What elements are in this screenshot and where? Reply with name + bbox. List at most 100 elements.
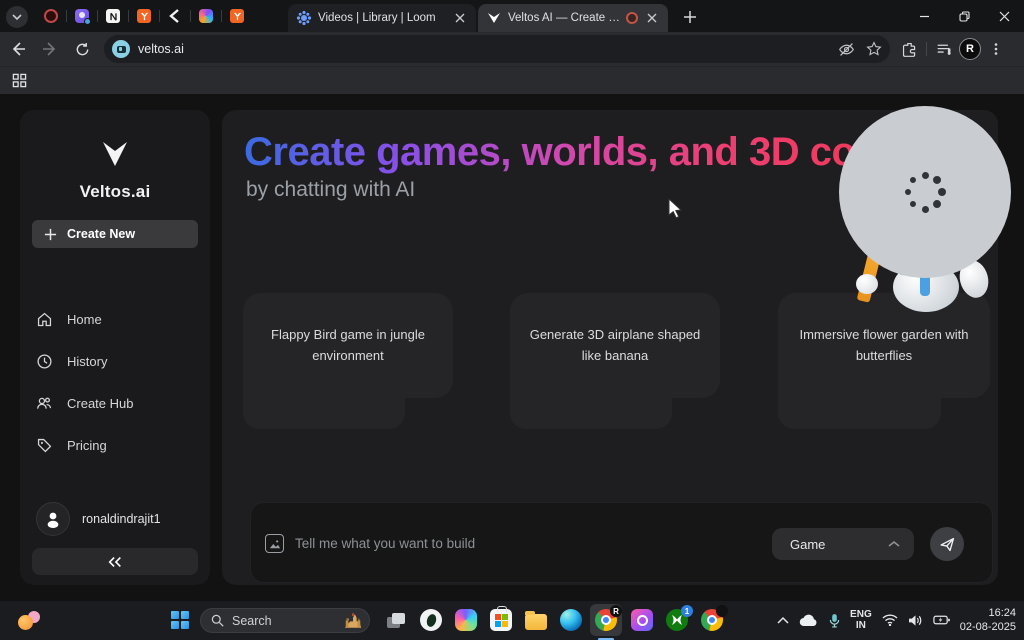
y-icon [230,9,244,23]
new-tab-button[interactable] [680,7,700,27]
recording-indicator-icon [626,12,638,24]
microphone-icon[interactable] [829,613,840,628]
page-subtitle: by chatting with AI [246,178,415,202]
tab-veltos-active[interactable]: Veltos AI — Create Games [478,4,668,32]
taskbar-chrome-active[interactable]: R [590,604,622,636]
card-extension [778,397,941,429]
extensions-button[interactable] [896,36,922,62]
restore-icon [959,11,970,22]
prompt-composer: Game [250,502,993,583]
back-button[interactable] [4,35,32,63]
chevron-up-icon[interactable] [777,616,789,625]
apps-shortcut-button[interactable] [8,70,30,92]
taskbar-xbox[interactable]: 1 [661,604,693,636]
loading-overlay [839,106,1011,278]
tab-capture-icon[interactable] [112,40,130,58]
profile-button[interactable]: R [957,36,983,62]
user-profile[interactable]: ronaldindrajit1 [36,502,161,536]
profile-badge [716,605,728,617]
chrome-icon [701,609,723,631]
taskbar-explorer[interactable] [520,604,552,636]
sidebar-item-home[interactable]: Home [20,298,210,340]
eye-off-button[interactable] [834,37,858,61]
pinned-tab-colors[interactable] [191,0,221,32]
task-view-icon [387,613,405,628]
weather-widget-icon[interactable] [18,611,40,631]
copilot-icon [455,609,477,631]
reload-button[interactable] [68,35,96,63]
volume-icon[interactable] [908,614,923,627]
window-controls [904,0,1024,32]
restore-button[interactable] [944,0,984,32]
pinned-tab-hackernews-2[interactable] [222,0,252,32]
user-avatar [36,502,70,536]
sidebar-item-create-hub[interactable]: Create Hub [20,382,210,424]
taskbar-store[interactable] [485,604,517,636]
eye-off-icon [838,41,855,58]
minimize-icon [919,11,930,22]
language-indicator[interactable]: ENGIN [850,609,872,632]
prompt-input[interactable] [295,527,715,559]
sidebar-item-history[interactable]: History [20,340,210,382]
address-bar[interactable]: veltos.ai [104,35,890,63]
tray-date: 02-08-2025 [960,621,1016,633]
pinned-tab-recorder[interactable] [36,0,66,32]
suggestion-label: Flappy Bird game in jungle environment [259,325,437,365]
create-new-button[interactable]: Create New [32,220,198,248]
suggestion-card[interactable]: Flappy Bird game in jungle environment [243,293,453,429]
pinned-tab-notion[interactable] [98,0,128,32]
taskbar-search[interactable]: Search [200,608,370,633]
clock[interactable]: 16:24 02-08-2025 [960,606,1016,635]
record-icon [44,9,58,23]
reload-icon [75,42,90,57]
suggestion-card[interactable]: Generate 3D airplane shaped like banana [510,293,720,429]
forward-button[interactable] [36,35,64,63]
tab-search-button[interactable] [6,6,28,28]
browser-menu-button[interactable] [983,36,1009,62]
close-tab-icon[interactable] [452,10,468,26]
sidebar: Veltos.ai Create New Home History Create… [20,110,210,585]
mouse-cursor [668,198,683,224]
taskbar-app-2[interactable] [626,604,658,636]
tag-icon [36,437,53,454]
bookmark-button[interactable] [862,37,886,61]
send-button[interactable] [930,527,964,561]
taskbar-chrome-2[interactable] [696,604,728,636]
veltos-favicon [486,10,502,26]
double-chevron-left-icon [107,556,123,568]
tab-loom[interactable]: Videos | Library | Loom [288,4,476,32]
chevron-up-icon [888,540,900,548]
pinned-tab-hackernews[interactable] [129,0,159,32]
chevron-left-icon [167,8,183,24]
sidebar-item-pricing[interactable]: Pricing [20,424,210,466]
taskbar-copilot[interactable] [450,604,482,636]
avatar: R [959,38,981,60]
minimize-button[interactable] [904,0,944,32]
pinned-tab-veltos[interactable] [160,0,190,32]
toolbar-separator [926,42,927,56]
gear-favicon [296,10,312,26]
username: ronaldindrajit1 [82,512,161,526]
onedrive-cloud-icon[interactable] [799,614,819,627]
tab-title: Veltos AI — Create Games [508,12,620,24]
edge-icon [560,609,582,631]
url-text[interactable]: veltos.ai [138,42,834,56]
battery-icon[interactable] [933,614,950,626]
users-icon [36,395,53,412]
task-view-button[interactable] [380,604,412,636]
media-controls-button[interactable] [931,36,957,62]
create-new-label: Create New [67,227,135,241]
close-window-button[interactable] [984,0,1024,32]
taskbar-app-1[interactable] [415,604,447,636]
start-button[interactable] [164,604,196,636]
close-tab-icon[interactable] [644,10,660,26]
taskbar-edge[interactable] [555,604,587,636]
attach-image-button[interactable] [265,534,284,553]
y-icon [137,9,151,23]
pinned-tab-assistant[interactable] [67,0,97,32]
arrow-left-icon [10,41,26,57]
profile-badge: R [610,605,622,617]
mode-dropdown[interactable]: Game [772,528,914,560]
wifi-icon[interactable] [882,614,898,626]
collapse-sidebar-button[interactable] [32,548,198,575]
